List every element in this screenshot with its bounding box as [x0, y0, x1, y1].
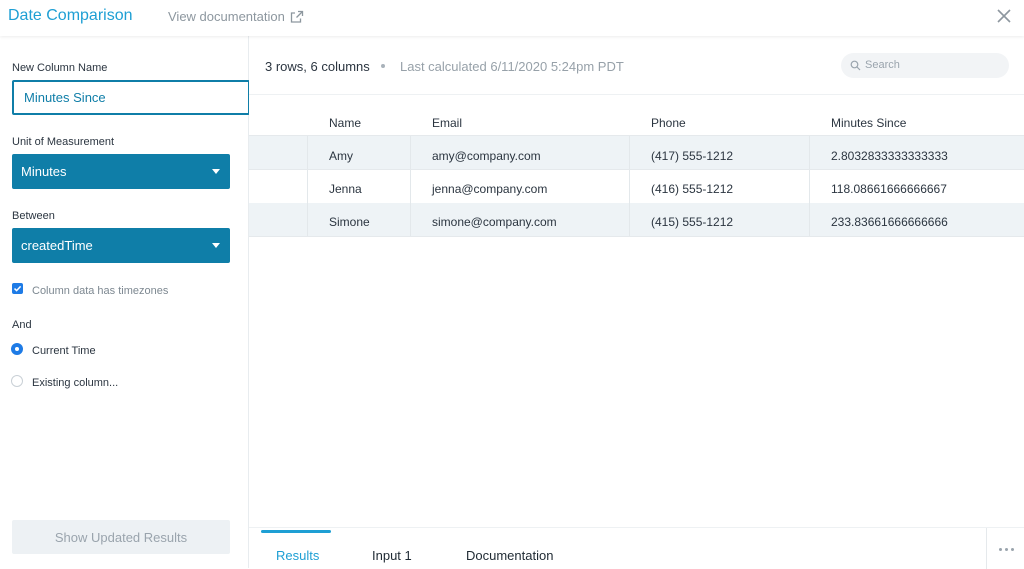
more-dot [1005, 548, 1008, 551]
between-select[interactable]: createdTime [12, 228, 230, 263]
search-input[interactable]: Search [841, 53, 1009, 78]
chevron-down-icon [212, 243, 220, 248]
column-divider [307, 170, 308, 203]
close-icon[interactable] [994, 6, 1014, 26]
and-label: And [12, 319, 32, 331]
cell-minutes-since: 2.8032833333333333 [831, 149, 948, 163]
unit-select[interactable]: Minutes [12, 154, 230, 189]
cell-minutes-since: 233.83661666666666 [831, 215, 948, 229]
results-table: Name Email Phone Minutes Since Amy amy@c… [249, 94, 1024, 238]
more-dot [999, 548, 1002, 551]
cell-phone: (417) 555-1212 [651, 149, 734, 163]
column-divider [307, 136, 308, 169]
new-column-name-label: New Column Name [12, 62, 108, 74]
column-header-name[interactable]: Name [329, 116, 361, 130]
column-header-minutes-since[interactable]: Minutes Since [831, 116, 906, 130]
between-label: Between [12, 210, 55, 222]
page-title: Date Comparison [8, 7, 133, 24]
cell-phone: (416) 555-1212 [651, 182, 734, 196]
active-tab-indicator [261, 530, 331, 533]
bottom-tab-bar: Results Input 1 Documentation [249, 527, 1024, 569]
timezone-checkbox[interactable] [12, 283, 23, 294]
existing-column-radio[interactable] [11, 375, 23, 387]
view-documentation-label: View documentation [168, 9, 285, 24]
unit-select-value: Minutes [21, 164, 67, 179]
cell-name: Amy [329, 149, 353, 163]
column-header-email[interactable]: Email [432, 116, 462, 130]
column-header-phone[interactable]: Phone [651, 116, 686, 130]
view-documentation-link[interactable]: View documentation [168, 9, 304, 24]
existing-column-label: Existing column... [32, 377, 119, 389]
external-link-icon [290, 10, 303, 23]
table-row: Amy amy@company.com (417) 555-1212 2.803… [249, 136, 1024, 170]
column-divider [410, 170, 411, 203]
header-bar: Date Comparison View documentation [0, 0, 1024, 36]
column-divider [410, 136, 411, 169]
current-time-label: Current Time [32, 345, 96, 357]
column-divider [307, 203, 308, 236]
cell-name: Simone [329, 215, 370, 229]
search-placeholder: Search [865, 59, 900, 71]
tab-documentation[interactable]: Documentation [466, 548, 553, 563]
new-column-name-input[interactable] [12, 80, 250, 115]
results-panel: 3 rows, 6 columns Last calculated 6/11/2… [249, 36, 1024, 568]
chevron-down-icon [212, 169, 220, 174]
separator-dot [381, 64, 385, 68]
cell-email: jenna@company.com [432, 182, 548, 196]
cell-email: simone@company.com [432, 215, 557, 229]
more-options-icon[interactable] [986, 528, 1024, 569]
column-divider [629, 136, 630, 169]
unit-of-measurement-label: Unit of Measurement [12, 136, 115, 148]
table-row: Jenna jenna@company.com (416) 555-1212 1… [249, 170, 1024, 204]
table-header-row: Name Email Phone Minutes Since [249, 95, 1024, 136]
settings-sidebar: New Column Name Unit of Measurement Minu… [0, 36, 250, 568]
search-icon [850, 60, 861, 71]
cell-phone: (415) 555-1212 [651, 215, 734, 229]
column-divider [629, 203, 630, 236]
show-updated-results-button[interactable]: Show Updated Results [12, 520, 230, 554]
table-row: Simone simone@company.com (415) 555-1212… [249, 203, 1024, 237]
current-time-radio[interactable] [11, 343, 23, 355]
column-divider [809, 203, 810, 236]
cell-email: amy@company.com [432, 149, 541, 163]
table-summary: 3 rows, 6 columns [265, 59, 370, 74]
column-divider [629, 170, 630, 203]
more-dot [1011, 548, 1014, 551]
checkmark-icon [13, 285, 22, 292]
last-calculated: Last calculated 6/11/2020 5:24pm PDT [400, 59, 624, 74]
column-divider [410, 203, 411, 236]
tab-input-1[interactable]: Input 1 [372, 548, 412, 563]
tab-results[interactable]: Results [276, 548, 319, 563]
timezone-checkbox-label: Column data has timezones [32, 285, 169, 297]
cell-minutes-since: 118.08661666666667 [831, 182, 947, 196]
between-select-value: createdTime [21, 238, 93, 253]
cell-name: Jenna [329, 182, 362, 196]
column-divider [809, 136, 810, 169]
column-divider [809, 170, 810, 203]
